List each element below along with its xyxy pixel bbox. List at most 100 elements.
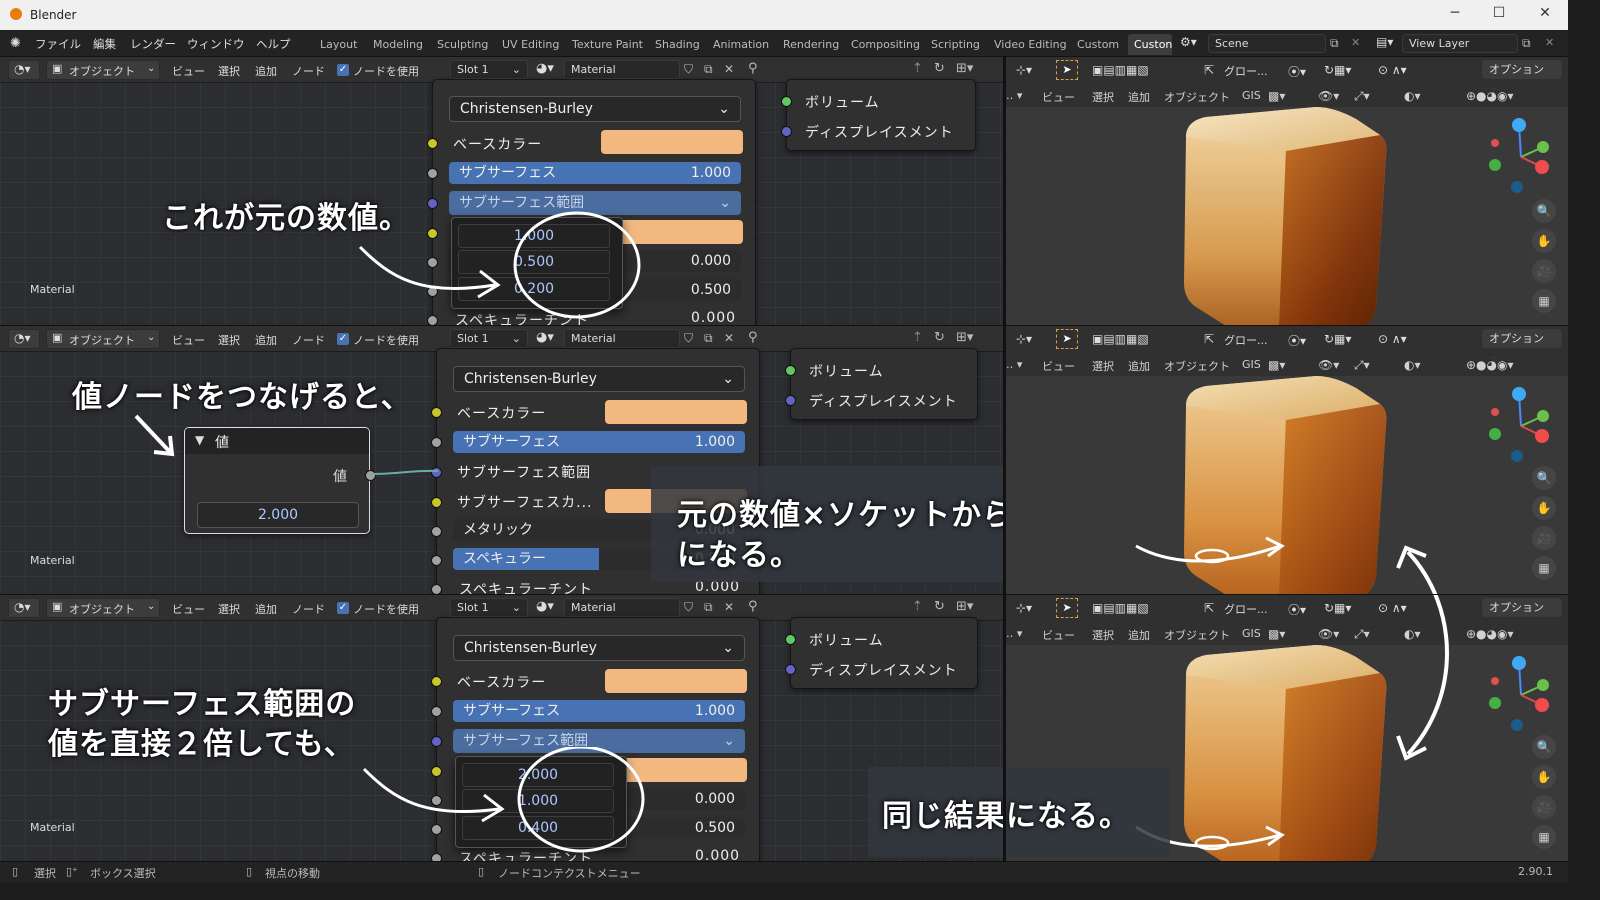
duplicate-material-icon[interactable]: ⧉ <box>704 62 713 77</box>
pivot-icon[interactable]: ⦿▾ <box>1288 601 1306 618</box>
displacement-socket[interactable] <box>785 395 796 406</box>
menu-add[interactable]: 追加 <box>1128 358 1150 374</box>
view-layer-field[interactable]: View Layer <box>1402 34 1518 53</box>
pan-hand-icon[interactable]: ✋ <box>1532 765 1556 789</box>
base-color-swatch[interactable] <box>605 669 747 693</box>
material-browse-icon[interactable]: ◕▾ <box>536 599 554 614</box>
shading-mode-icons[interactable]: ⊕●◕◉▾ <box>1466 627 1514 641</box>
value-node[interactable]: ▼ 値 値 2.000 <box>184 427 376 534</box>
parent-node-tree-icon[interactable]: ⇡ <box>912 330 923 345</box>
unlink-material-icon[interactable]: ✕ <box>724 331 734 345</box>
base-color-socket[interactable] <box>427 138 438 149</box>
subsurface-method-dropdown[interactable]: Christensen-Burley ⌄ <box>453 635 745 661</box>
new-view-layer-icon[interactable]: ⧉ <box>1522 36 1531 51</box>
snap-icon[interactable]: ↻ <box>934 330 945 345</box>
node-editor-3[interactable]: ◔▾ ▣ オブジェクト ⌄ ビュー 選択 追加 ノード ✓ ノードを使用 Slo… <box>0 595 1003 863</box>
shading-mode-icons[interactable]: ⊕●◕◉▾ <box>1466 358 1514 372</box>
options-dropdown[interactable]: オプション ⌄ <box>1482 60 1562 93</box>
select-mode-icons[interactable]: ▣▤▥▦▧ <box>1092 332 1149 346</box>
material-browse-icon[interactable]: ◕▾ <box>536 61 554 76</box>
volume-socket[interactable] <box>785 365 796 376</box>
displacement-socket[interactable] <box>781 126 792 137</box>
specular-socket[interactable] <box>431 555 442 566</box>
tab-custom-active[interactable]: Custon <box>1128 34 1172 55</box>
subsurface-method-dropdown[interactable]: Christensen-Burley ⌄ <box>453 366 745 392</box>
tab-animation[interactable]: Animation <box>707 34 775 55</box>
duplicate-material-icon[interactable]: ⧉ <box>704 600 713 615</box>
perspective-grid-icon[interactable]: ▦ <box>1532 289 1556 313</box>
new-scene-icon[interactable]: ⧉ <box>1330 36 1339 51</box>
material-browse-icon[interactable]: ◕▾ <box>536 330 554 345</box>
menu-help[interactable]: ヘルプ <box>256 36 291 52</box>
menu-select[interactable]: 選択 <box>1092 89 1114 105</box>
material-field[interactable]: Material <box>564 60 680 79</box>
scene-field[interactable]: Scene <box>1208 34 1326 53</box>
proportional-edit-icon[interactable]: ⊙ ∧▾ <box>1378 332 1407 346</box>
menu-window[interactable]: ウィンドウ <box>187 36 245 52</box>
material-output-node[interactable]: ボリューム ディスプレイスメント <box>781 79 976 151</box>
fake-user-shield-icon[interactable]: ⛉ <box>684 62 693 77</box>
value-node-header[interactable]: ▼ 値 <box>185 428 369 454</box>
perspective-grid-icon[interactable]: ▦ <box>1532 556 1556 580</box>
menu-add[interactable]: 追加 <box>255 332 277 348</box>
use-nodes-checkbox[interactable]: ✓ <box>337 602 349 614</box>
perspective-grid-icon[interactable]: ▦ <box>1532 825 1556 849</box>
select-mode-icons[interactable]: ▣▤▥▦▧ <box>1092 601 1149 615</box>
parent-node-tree-icon[interactable]: ⇡ <box>912 599 923 614</box>
menu-add[interactable]: 追加 <box>255 63 277 79</box>
menu-select[interactable]: 選択 <box>218 601 240 617</box>
snap-target-icon[interactable]: ⊞▾ <box>956 330 973 345</box>
slot-dropdown[interactable]: Slot 1 ⌄ <box>450 60 528 79</box>
tab-sculpting[interactable]: Sculpting <box>431 34 494 55</box>
options-dropdown[interactable]: オプション ⌄ <box>1482 329 1562 362</box>
pin-icon[interactable]: ⚲ <box>748 330 758 345</box>
subsurface-radius-socket[interactable] <box>431 736 442 747</box>
area-separator-2[interactable] <box>0 594 1568 595</box>
pivot-icon[interactable]: ⦿▾ <box>1288 332 1306 349</box>
navigation-gizmo[interactable] <box>1486 117 1556 200</box>
tab-texture-paint[interactable]: Texture Paint <box>566 34 649 55</box>
viewport-2[interactable]: ⊹▾ ➤ ▣▤▥▦▧ ⇱ グロー... ⦿▾ ↻▦▾ ⊙ ∧▾ オプション ⌄ … <box>1006 326 1568 594</box>
material-output-node[interactable]: ボリューム ディスプレイスメント <box>785 617 978 689</box>
tab-layout[interactable]: Layout <box>314 34 363 55</box>
use-nodes-checkbox[interactable]: ✓ <box>337 64 349 76</box>
tab-video-editing[interactable]: Video Editing <box>988 34 1073 55</box>
select-tool-icon[interactable]: ➤ <box>1056 60 1078 80</box>
pan-hand-icon[interactable]: ✋ <box>1532 229 1556 253</box>
menu-file[interactable]: ファイル <box>35 36 81 52</box>
pin-icon[interactable]: ⚲ <box>748 599 758 614</box>
transform-orientation-dropdown[interactable]: グロー... <box>1224 63 1268 79</box>
menu-select[interactable]: 選択 <box>218 63 240 79</box>
menu-node[interactable]: ノード <box>292 332 325 348</box>
zoom-icon[interactable]: 🔍 <box>1532 199 1556 223</box>
camera-icon[interactable]: 🎥 <box>1532 259 1556 283</box>
subsurface-socket[interactable] <box>427 168 438 179</box>
scene-icon[interactable]: ⚙▾ <box>1180 35 1197 49</box>
subsurface-color-socket[interactable] <box>431 497 442 508</box>
menu-object[interactable]: オブジェクト <box>1164 89 1230 105</box>
slot-dropdown[interactable]: Slot 1 ⌄ <box>450 329 528 348</box>
specular-tint-socket[interactable] <box>431 584 442 594</box>
snap-icon[interactable]: ↻▦▾ <box>1324 332 1351 346</box>
subsurface-socket[interactable] <box>431 706 442 717</box>
transform-orientation-dropdown[interactable]: グロー... <box>1224 601 1268 617</box>
base-color-socket[interactable] <box>431 676 442 687</box>
menu-object[interactable]: オブジェクト <box>1164 358 1230 374</box>
displacement-socket[interactable] <box>785 664 796 675</box>
navigation-gizmo[interactable] <box>1486 386 1556 469</box>
camera-icon[interactable]: 🎥 <box>1532 795 1556 819</box>
menu-node[interactable]: ノード <box>292 601 325 617</box>
subsurface-slider[interactable]: サブサーフェス 1.000 <box>453 700 745 722</box>
material-field[interactable]: Material <box>564 598 680 617</box>
base-color-swatch[interactable] <box>605 400 747 424</box>
pin-icon[interactable]: ⚲ <box>748 61 758 76</box>
maximize-icon[interactable]: ☐ <box>1484 5 1514 21</box>
overlays-icon[interactable]: ◐▾ <box>1404 89 1421 103</box>
menu-view[interactable]: ビュー <box>172 332 205 348</box>
cube-object[interactable] <box>1166 107 1406 325</box>
viewport-editor-type-icon[interactable]: ⊹▾ <box>1016 332 1032 346</box>
snap-icon[interactable]: ↻ <box>934 599 945 614</box>
camera-icon[interactable]: 🎥 <box>1532 526 1556 550</box>
area-separator-vertical[interactable] <box>1003 57 1006 861</box>
viewport-1[interactable]: ⊹▾ ➤ ▣▤▥▦▧ ⇱ グロー... ⦿▾ ↻▦▾ ⊙ ∧▾ オプション ⌄ … <box>1006 57 1568 325</box>
